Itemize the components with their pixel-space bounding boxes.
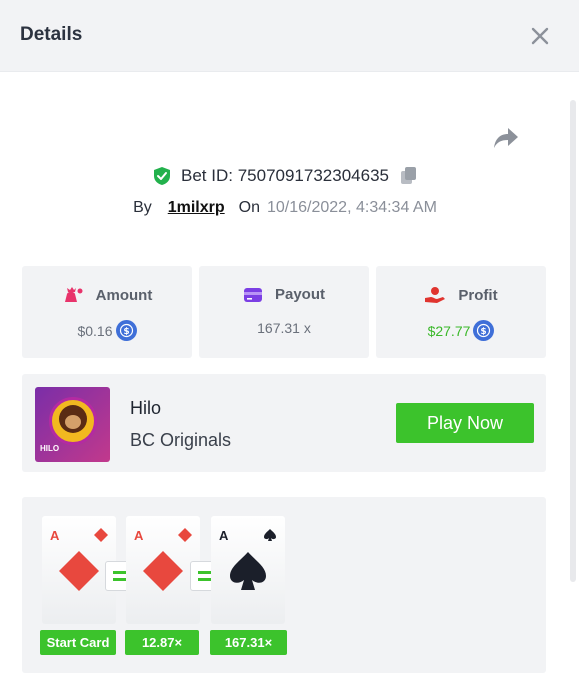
on-label: On (238, 199, 260, 216)
coin-icon: $ (115, 320, 137, 341)
page-title: Details (20, 24, 83, 45)
playing-card: A (211, 516, 285, 624)
payout-label: Payout (274, 286, 325, 303)
payout-stat: Payout 167.31 x (199, 266, 369, 358)
share-button[interactable] (490, 124, 522, 152)
thumbnail-tag: HILO (40, 444, 60, 453)
bet-id-row: Bet ID: 7507091732304635 (0, 163, 570, 189)
spade-icon (264, 529, 276, 541)
hilo-cards-panel: A A A Start Card 12.87× 167.31× (22, 497, 546, 673)
spade-icon (230, 552, 266, 590)
by-label: By (133, 199, 152, 216)
bet-date: 10/16/2022, 4:34:34 AM (267, 199, 437, 216)
user-link[interactable]: 1milxrp (168, 199, 225, 217)
card-icon (243, 287, 263, 303)
bet-details-modal: Details Bet ID: 7507091732304635 By 1mil… (0, 0, 579, 682)
profit-stat: Profit $27.77 $ (376, 266, 546, 358)
svg-text:$: $ (481, 327, 487, 337)
profit-value: $27.77 (427, 322, 471, 339)
game-name: Hilo (130, 398, 162, 418)
scrollbar[interactable] (570, 100, 576, 582)
money-bag-icon (62, 286, 84, 304)
share-icon (494, 128, 518, 148)
game-provider: BC Originals (130, 430, 232, 450)
card-multiplier-badge: Start Card (40, 630, 116, 655)
coin-icon: $ (473, 320, 495, 341)
svg-text:$: $ (123, 327, 129, 337)
shield-check-icon (152, 166, 172, 186)
card-multiplier-badge: 12.87× (125, 630, 199, 655)
modal-header: Details (0, 0, 579, 72)
copy-icon[interactable] (400, 166, 418, 186)
amount-value: $0.16 (77, 322, 113, 339)
close-icon (531, 27, 549, 45)
card-multiplier-badge: 167.31× (210, 630, 287, 655)
card-rank: A (219, 528, 229, 543)
close-button[interactable] (526, 22, 554, 50)
card-rank: A (134, 528, 144, 543)
amount-stat: Amount $0.16 $ (22, 266, 192, 358)
bet-id: Bet ID: 7507091732304635 (181, 166, 389, 185)
diamond-icon (59, 551, 99, 591)
payout-value: 167.31 x (257, 320, 311, 336)
game-card: HILO Hilo BC Originals Play Now (22, 374, 546, 472)
diamond-icon (143, 551, 183, 591)
profit-label: Profit (458, 286, 498, 304)
play-now-button[interactable]: Play Now (396, 403, 534, 443)
diamond-icon (178, 528, 192, 542)
playing-card: A (126, 516, 200, 624)
hand-coin-icon (424, 286, 446, 304)
amount-label: Amount (95, 286, 153, 304)
diamond-icon (94, 528, 108, 542)
bet-meta-row: By 1milxrp On 10/16/2022, 4:34:34 AM (0, 196, 570, 220)
game-thumbnail[interactable]: HILO (35, 387, 110, 462)
card-rank: A (50, 528, 60, 543)
